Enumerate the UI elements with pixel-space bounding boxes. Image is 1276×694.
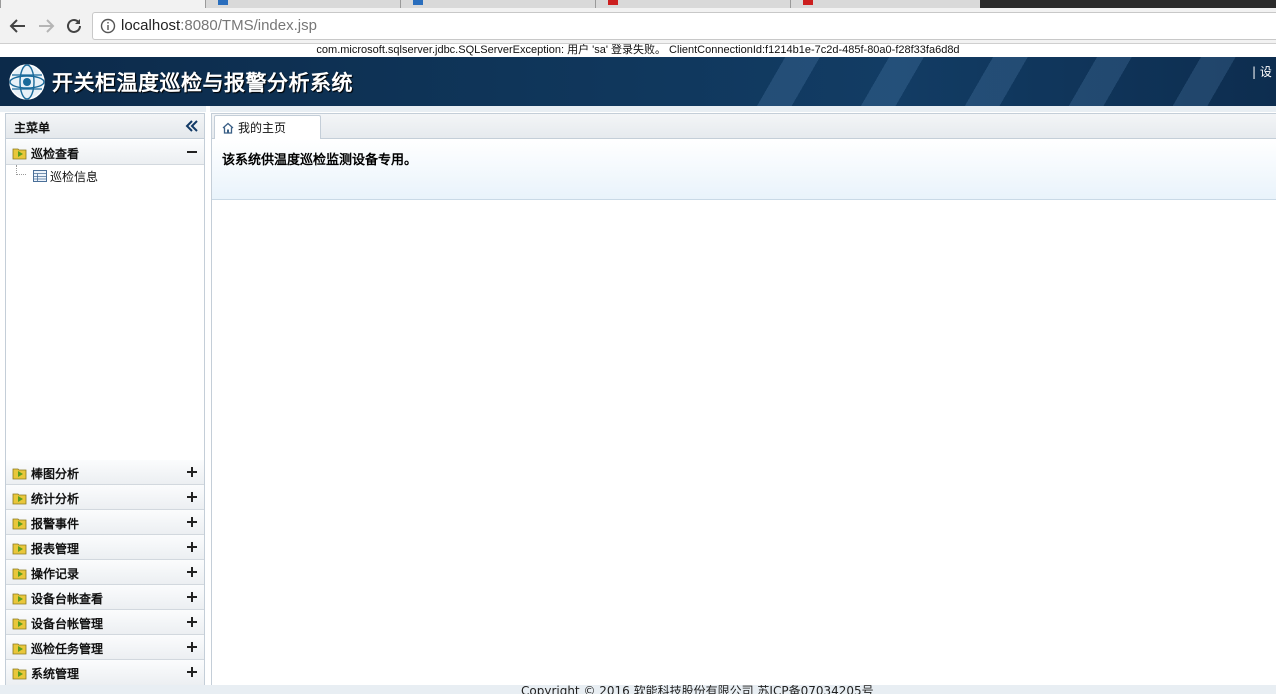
back-button[interactable] [6,14,30,38]
accordion-section-inspection-view[interactable]: 巡检查看 [6,140,204,165]
plus-icon[interactable] [185,465,199,479]
main-content: 我的主页 该系统供温度巡检监测设备专用。 [211,113,1276,685]
accordion-section-label: 系统管理 [31,667,80,681]
accordion-section-bar-chart-analysis[interactable]: 棒图分析 [6,460,204,485]
banner-footer-strip [0,106,1276,112]
accordion-section-operation-log[interactable]: 操作记录 [6,560,204,585]
browser-tab[interactable] [400,0,595,8]
arrow-left-icon [9,19,25,33]
browser-tab[interactable] [595,0,790,8]
plus-icon[interactable] [185,665,199,679]
arrow-right-icon [39,19,55,33]
banner-decoration [716,57,1276,106]
accordion-body: 巡检信息 [6,165,204,459]
folder-arrow-icon [12,668,27,680]
tab-my-homepage[interactable]: 我的主页 [214,115,321,139]
info-icon[interactable] [100,18,116,34]
accordion-section-label: 巡检查看 [31,147,80,161]
accordion-section-report-management[interactable]: 报表管理 [6,535,204,560]
accordion-section-label: 报警事件 [31,517,80,531]
copyright-text: Copyright © 2016 软能科技股份有限公司 苏ICP备0703420… [521,685,874,694]
notice-text: 该系统供温度巡检监测设备专用。 [222,153,418,168]
splitter-mark [206,106,210,112]
url-text[interactable]: localhost:8080/TMS/index.jsp [121,17,317,34]
accordion-section-statistics-analysis[interactable]: 统计分析 [6,485,204,510]
plus-icon[interactable] [185,540,199,554]
browser-tab-strip [0,0,1276,8]
browser-toolbar: localhost:8080/TMS/index.jsp [0,8,1276,44]
url-path: :8080/TMS/index.jsp [180,17,317,34]
accordion-section-equipment-ledger-management[interactable]: 设备台帐管理 [6,610,204,635]
main-menu-panel: 主菜单 巡检查看 巡检信息 棒图分析 统计分析 报警事件 报表管理 操作记录 设… [5,113,205,685]
accordion-section-equipment-ledger-view[interactable]: 设备台帐查看 [6,585,204,610]
folder-arrow-icon [12,618,27,630]
accordion-section-label: 设备台帐管理 [31,617,104,631]
accordion-section-label: 报表管理 [31,542,80,556]
accordion-section-label: 操作记录 [31,567,80,581]
favicon-icon [218,0,228,5]
tab-label: 我的主页 [238,121,287,135]
globe-logo-icon [9,64,45,100]
favicon-icon [413,0,423,5]
home-icon [222,122,234,134]
collapse-double-chevron-icon[interactable] [184,118,200,134]
address-bar[interactable]: localhost:8080/TMS/index.jsp [92,12,1276,40]
notice-panel: 该系统供温度巡检监测设备专用。 [212,139,1276,200]
favicon-icon [608,0,618,5]
browser-tab[interactable] [0,0,205,8]
table-icon [33,170,47,182]
accordion-section-label: 统计分析 [31,492,80,506]
tree-connector [16,165,26,175]
main-menu-title: 主菜单 [14,121,51,135]
folder-arrow-icon [12,468,27,480]
folder-arrow-icon [12,643,27,655]
accordion-section-inspection-task-management[interactable]: 巡检任务管理 [6,635,204,660]
favicon-icon [803,0,813,5]
folder-arrow-icon [12,518,27,530]
folder-arrow-icon [12,568,27,580]
minus-icon[interactable] [185,145,199,159]
main-menu-header: 主菜单 [6,114,204,139]
header-banner: 开关柜温度巡检与报警分析系统 | 设 [0,57,1276,106]
folder-arrow-icon [12,148,27,160]
accordion-section-label: 棒图分析 [31,467,80,481]
folder-arrow-icon [12,593,27,605]
folder-arrow-icon [12,493,27,505]
accordion-section-label: 设备台帐查看 [31,592,104,606]
folder-arrow-icon [12,543,27,555]
plus-icon[interactable] [185,640,199,654]
plus-icon[interactable] [185,490,199,504]
accordion-section-system-management[interactable]: 系统管理 [6,660,204,685]
tree-item-label[interactable]: 巡检信息 [50,168,98,185]
reload-button[interactable] [62,14,86,38]
accordion-section-label: 巡检任务管理 [31,642,104,656]
forward-button[interactable] [34,14,58,38]
system-title: 开关柜温度巡检与报警分析系统 [52,71,353,95]
plus-icon[interactable] [185,565,199,579]
accordion-section-alarm-events[interactable]: 报警事件 [6,510,204,535]
error-message: com.microsoft.sqlserver.jdbc.SQLServerEx… [0,44,1276,57]
settings-link[interactable]: | 设 [1252,63,1272,80]
plus-icon[interactable] [185,515,199,529]
plus-icon[interactable] [185,590,199,604]
tab-bar: 我的主页 [212,114,1276,139]
browser-tab[interactable] [790,0,980,8]
url-host: localhost [121,17,181,34]
browser-tab[interactable] [205,0,400,8]
reload-icon [67,18,81,33]
plus-icon[interactable] [185,615,199,629]
footer: Copyright © 2016 软能科技股份有限公司 苏ICP备0703420… [0,685,1276,694]
